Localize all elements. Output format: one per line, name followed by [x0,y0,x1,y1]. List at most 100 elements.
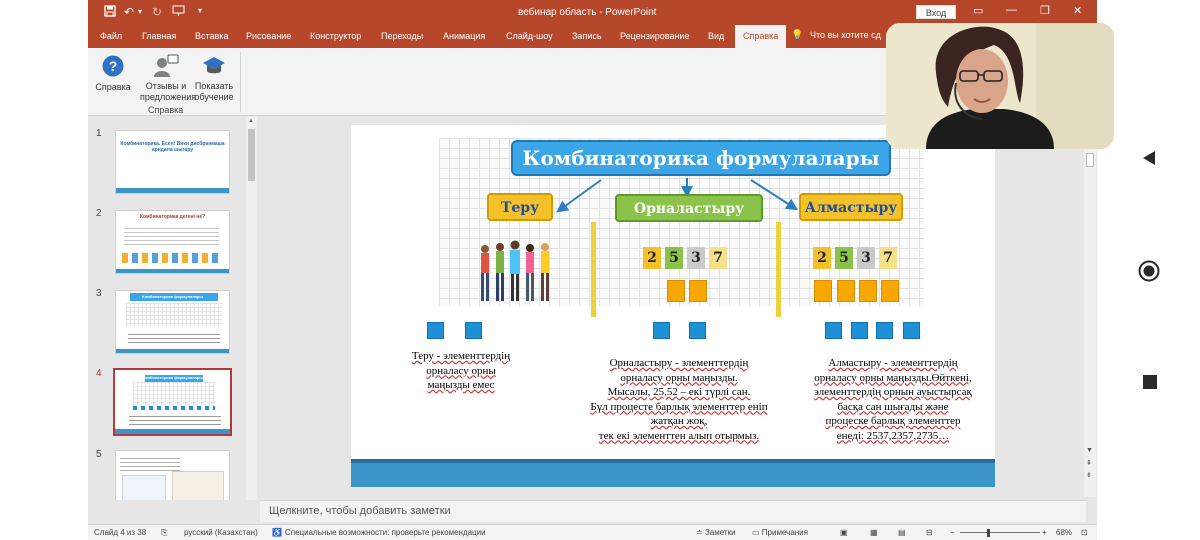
help-button[interactable]: ? Справка [94,54,132,93]
thumb-number: 2 [96,208,102,219]
tab-animations[interactable]: Анимация [443,31,485,41]
text-line: орналасу орны маңызды.Өйткені, [814,371,972,384]
tell-me-search[interactable]: 💡 Что вы хотите сд [791,30,881,41]
thumb-title: Комбинаторика формулалары [142,294,203,299]
thumb-title: Комбинаторика формулалары [142,375,203,380]
blue-square [851,322,868,339]
maximize-icon[interactable]: ❐ [1040,4,1050,17]
thumb-text-lines [129,413,221,425]
next-slide-icon[interactable]: ⇟ [1086,471,1092,479]
text-line: Алмастыру - элементтердің [828,357,958,369]
slide-scrollbar[interactable]: ▼ ⇞ ⇟ [1084,117,1096,497]
notes-pane[interactable]: Щелкните, чтобы добавить заметки [260,500,1086,522]
arrow-left [556,179,602,213]
feedback-label-1: Отзывы и [145,81,187,91]
tab-design[interactable]: Конструктор [310,31,361,41]
thumb-figures [122,253,222,263]
ribbon-display-icon[interactable]: ▭ [973,4,983,17]
slideshow-start-icon[interactable] [172,5,185,20]
customize-toolbar-icon[interactable]: ▾ [198,6,202,15]
zoom-slider[interactable] [960,532,1040,533]
close-icon[interactable]: ✕ [1073,4,1082,17]
tab-slideshow[interactable]: Слайд-шоу [506,31,553,41]
digit-tile: 2 [813,247,831,269]
thumb-text-lines [120,455,180,471]
recents-nav-icon[interactable] [1142,374,1158,395]
blue-square [689,322,706,339]
language-indicator[interactable]: русский (Казахстан) [184,528,258,537]
tab-insert[interactable]: Вставка [195,31,228,41]
blue-square [653,322,670,339]
person-figure [526,244,534,301]
person-figure [496,243,504,301]
ribbon-separator [240,52,241,112]
reading-view-icon[interactable]: ▤ [898,528,906,537]
notes-toggle-button[interactable]: ≐ Заметки [696,528,736,537]
notes-icon: ≐ [696,528,703,537]
slideshow-view-icon[interactable]: ⊟ [926,528,933,537]
slide-scroll-thumb[interactable] [1086,153,1094,167]
lightbulb-icon: 💡 [791,30,804,41]
slide-footer-bar [351,459,995,487]
blue-square [903,322,920,339]
tab-view[interactable]: Вид [708,31,724,41]
slide-canvas[interactable]: Комбинаторика формулалары Теру Орналасты… [351,125,995,487]
tab-record[interactable]: Запись [572,31,602,41]
text-line: тек екі элементтен алып отырмыз. [598,429,760,442]
divider-post [776,222,781,317]
slide-thumbnail-4[interactable]: Комбинаторика формулалары [113,368,232,436]
scroll-down-icon[interactable]: ▼ [1086,447,1093,454]
tab-home[interactable]: Главная [142,31,176,41]
digit-tile: 3 [857,247,875,269]
scroll-up-icon[interactable]: ▲ [248,118,254,124]
undo-dropdown-icon[interactable]: ▾ [138,7,142,16]
thumbnails-scroll-thumb[interactable] [248,129,255,181]
spellcheck-icon[interactable]: ⎘ [161,528,167,538]
thumb-bar [116,269,229,273]
zoom-in-icon[interactable]: + [1042,528,1047,537]
text-line: Мысалы, 25,52 – екі түрлі сан. [607,386,751,398]
tab-help[interactable]: Справка [735,25,787,48]
thumb-bar [116,349,229,353]
tab-review[interactable]: Рецензирование [620,31,690,41]
thumb-number-active: 4 [96,368,102,379]
minimize-icon[interactable]: — [1006,4,1017,16]
save-icon[interactable] [104,5,116,20]
slide-thumbnail-1[interactable]: Комбинаторика. Есеп! Вики дисбранмаша ар… [115,130,230,194]
thumb-title: Комбинаторика дегенi не? [139,214,206,220]
text-line: орналасу орны маңызды. [620,371,738,384]
previous-slide-icon[interactable]: ⇞ [1086,459,1092,467]
tab-file[interactable]: Файл [100,31,122,41]
slide-thumbnail-2[interactable]: Комбинаторика дегенi не? [115,210,230,274]
tab-transitions[interactable]: Переходы [381,31,423,41]
login-button[interactable]: Вход [916,5,956,19]
tab-draw[interactable]: Рисование [246,31,291,41]
accessibility-status[interactable]: Специальные возможности: проверьте реком… [285,528,486,537]
normal-view-icon[interactable]: ▣ [840,528,848,537]
home-nav-icon[interactable] [1138,260,1160,287]
text-almastyru: Алмастыру - элементтердің орналасу орны … [799,356,987,443]
digit-tile: 5 [835,247,853,269]
slide-thumbnail-3[interactable]: Комбинаторика формулалары [115,290,230,354]
comments-icon: ▭ [752,528,760,537]
digit-tile: 2 [643,247,661,269]
thumbnails-scrollbar[interactable]: ▲ [246,117,257,517]
text-line: процеске барлық элементтер [825,415,961,427]
fit-to-window-icon[interactable]: ⊡ [1081,528,1088,537]
blue-square [427,322,444,339]
redo-icon[interactable]: ↻ [152,5,162,19]
thumb-squares [133,406,215,410]
zoom-out-icon[interactable]: − [950,528,955,537]
undo-icon[interactable]: ↶ [124,5,134,19]
show-training-button[interactable]: Показать обучение [192,54,236,103]
thumb-number: 1 [96,128,102,139]
blue-square [825,322,842,339]
comments-toggle-button[interactable]: ▭ Примечания [752,528,808,537]
thumb-grid [133,382,215,406]
label-teru: Теру [487,193,553,221]
feedback-button[interactable]: Отзывы и предложения [140,54,196,103]
back-nav-icon[interactable] [1140,149,1158,172]
zoom-level[interactable]: 68% [1056,528,1072,537]
zoom-slider-thumb[interactable] [987,529,990,537]
slide-sorter-icon[interactable]: ▦ [870,528,878,537]
